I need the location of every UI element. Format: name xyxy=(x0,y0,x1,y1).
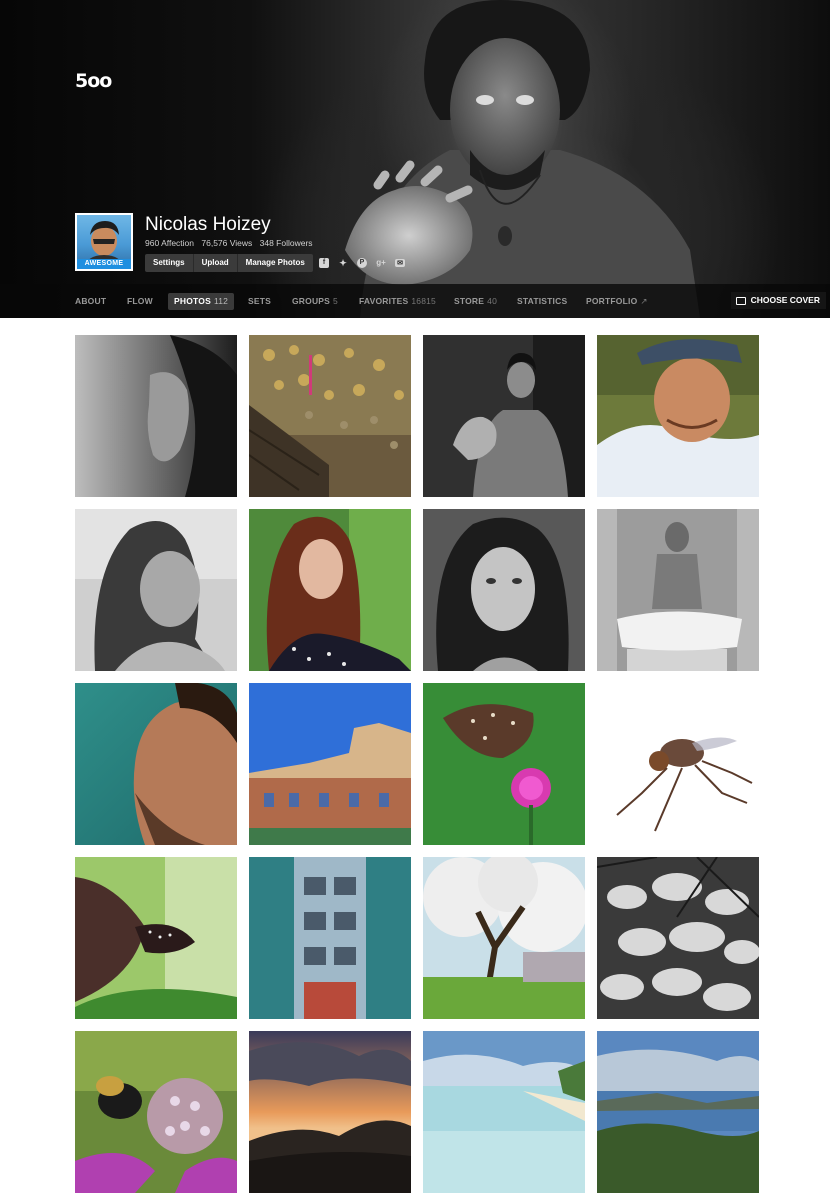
profile-name: Nicolas Hoizey xyxy=(145,214,271,235)
tab-statistics[interactable]: STATISTICS xyxy=(517,293,567,310)
photo-tile[interactable] xyxy=(75,1031,237,1193)
tab-label: PORTFOLIO xyxy=(586,296,638,306)
social-links: f ✦ P g+ ✉ xyxy=(319,258,405,268)
stat-views: 76,576 Views xyxy=(201,238,253,248)
tab-sets[interactable]: SETS xyxy=(248,293,271,310)
photo-tile[interactable] xyxy=(597,683,759,845)
photo-building-blue-sky xyxy=(249,683,411,845)
photo-bw-man-meditating xyxy=(597,509,759,671)
photo-smiling-man-in-cap xyxy=(597,335,759,497)
twitter-icon[interactable]: ✦ xyxy=(338,258,348,268)
photo-bw-woman-portrait xyxy=(423,509,585,671)
tab-count: 40 xyxy=(487,296,497,306)
photo-blossoming-tree xyxy=(423,857,585,1019)
photo-tile[interactable] xyxy=(423,509,585,671)
tab-about[interactable]: ABOUT xyxy=(75,293,106,310)
tab-count: 16815 xyxy=(411,296,436,306)
photo-tile[interactable] xyxy=(249,335,411,497)
photo-fly-on-white xyxy=(597,683,759,845)
tab-portfolio[interactable]: PORTFOLIO ↗ xyxy=(586,293,648,310)
photo-glass-building-facade xyxy=(249,857,411,1019)
tab-label: FLOW xyxy=(127,296,153,306)
photo-red-haired-woman-outdoors xyxy=(249,509,411,671)
manage-photos-button[interactable]: Manage Photos xyxy=(237,254,313,272)
photo-tile[interactable] xyxy=(249,509,411,671)
tab-groups[interactable]: GROUPS 5 xyxy=(292,293,338,310)
photo-tile[interactable] xyxy=(423,335,585,497)
photo-tile[interactable] xyxy=(423,857,585,1019)
tab-label: FAVORITES xyxy=(359,296,409,306)
email-icon[interactable]: ✉ xyxy=(395,259,405,267)
tab-label: STATISTICS xyxy=(517,296,568,306)
photo-tile[interactable] xyxy=(597,509,759,671)
profile-nav: ABOUT FLOW PHOTOS 112 SETS GROUPS 5 FAVORI… xyxy=(0,284,830,318)
photo-tile[interactable] xyxy=(75,335,237,497)
profile-stats: 960 Affection 76,576 Views 348 Followers xyxy=(145,238,318,248)
choose-cover-label: CHOOSE COVER xyxy=(750,295,820,305)
photo-tile[interactable] xyxy=(75,857,237,1019)
tab-label: GROUPS xyxy=(292,296,331,306)
photo-sunset-over-hills xyxy=(249,1031,411,1193)
tab-flow[interactable]: FLOW xyxy=(127,293,153,310)
tab-label: STORE xyxy=(454,296,485,306)
image-icon xyxy=(735,296,746,305)
photo-coastal-landscape xyxy=(597,1031,759,1193)
pinterest-icon[interactable]: P xyxy=(357,258,367,268)
tab-label: PHOTOS xyxy=(174,296,211,306)
logo[interactable]: 5oo xyxy=(75,70,112,92)
tab-count: 112 xyxy=(213,296,229,306)
profile-actions: Settings Upload Manage Photos xyxy=(145,254,313,272)
photo-shallow-lagoon-beach xyxy=(423,1031,585,1193)
photo-man-profile-closeup xyxy=(75,683,237,845)
photo-butterfly-on-pink-flower xyxy=(423,683,585,845)
photo-bw-snowy-rocks xyxy=(597,857,759,1019)
tab-favorites[interactable]: FAVORITES 16815 xyxy=(359,293,436,310)
photo-love-locks-bridge xyxy=(249,335,411,497)
photo-tile[interactable] xyxy=(75,509,237,671)
photo-bw-man-reaching-hand xyxy=(423,335,585,497)
photo-tile[interactable] xyxy=(597,857,759,1019)
tab-count: 5 xyxy=(333,296,338,306)
upload-button[interactable]: Upload xyxy=(193,254,238,272)
external-link-icon: ↗ xyxy=(640,296,648,306)
photo-tile[interactable] xyxy=(423,1031,585,1193)
settings-button[interactable]: Settings xyxy=(145,254,194,272)
tab-label: ABOUT xyxy=(75,296,107,306)
photo-tile[interactable] xyxy=(597,1031,759,1193)
tab-photos[interactable]: PHOTOS 112 xyxy=(168,293,235,310)
photo-tile[interactable] xyxy=(249,683,411,845)
choose-cover-button[interactable]: CHOOSE COVER xyxy=(730,292,826,309)
google-plus-icon[interactable]: g+ xyxy=(376,258,386,268)
photo-tile[interactable] xyxy=(597,335,759,497)
stat-followers[interactable]: 348 Followers xyxy=(260,238,313,248)
avatar-badge: AWESOME xyxy=(77,259,131,269)
photo-bw-woman-looking-down xyxy=(75,509,237,671)
photo-butterfly-on-leaf xyxy=(75,857,237,1019)
cover-photo: 5oo AWESOME Nicolas Hoizey 960 Affection… xyxy=(0,0,830,318)
photo-tile[interactable] xyxy=(249,1031,411,1193)
tab-label: SETS xyxy=(248,296,272,306)
facebook-icon[interactable]: f xyxy=(319,258,329,268)
avatar[interactable]: AWESOME xyxy=(75,213,133,271)
photo-tile[interactable] xyxy=(75,683,237,845)
stat-affection: 960 Affection xyxy=(145,238,194,248)
tab-store[interactable]: STORE 40 xyxy=(454,293,497,310)
photo-bw-woman-profile xyxy=(75,335,237,497)
photo-bee-on-flower xyxy=(75,1031,237,1193)
photo-tile[interactable] xyxy=(423,683,585,845)
photo-tile[interactable] xyxy=(249,857,411,1019)
